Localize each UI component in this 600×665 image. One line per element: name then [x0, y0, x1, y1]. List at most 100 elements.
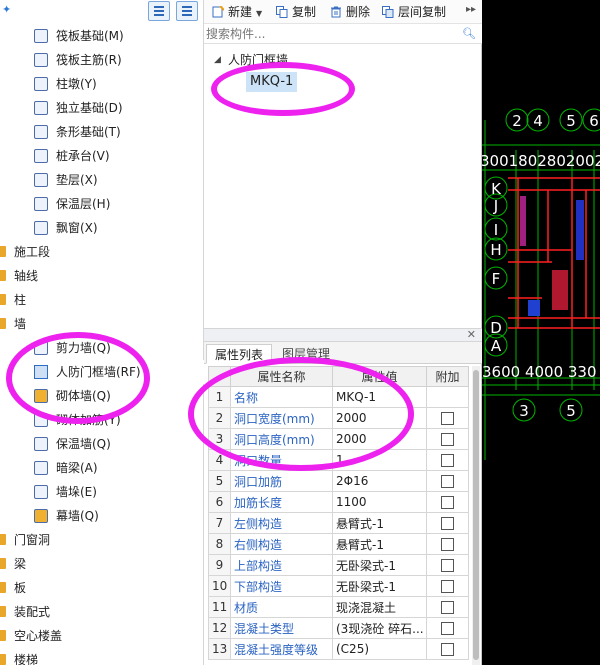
property-row[interactable]: 9 上部构造 无卧梁式-1 [208, 554, 469, 576]
extra-checkbox[interactable] [441, 454, 454, 467]
tree-item[interactable]: 条形基础(T) [0, 120, 204, 144]
tree-item[interactable]: 保温层(H) [0, 192, 204, 216]
tree-item[interactable]: 砌体加筋(Y) [0, 408, 204, 432]
extra-checkbox[interactable] [441, 496, 454, 509]
tree-item[interactable]: 垫层(X) [0, 168, 204, 192]
tree-item[interactable]: 施工段 [0, 240, 204, 264]
floor-copy-button[interactable]: 层间复制 [380, 3, 446, 21]
property-value[interactable]: MKQ-1 [332, 386, 427, 408]
chevron-down-icon[interactable]: ▼ [256, 9, 262, 18]
delete-button[interactable]: 删除 [328, 3, 370, 21]
tree-item[interactable]: 轴线 [0, 264, 204, 288]
property-row[interactable]: 11 材质 现浇混凝土 [208, 596, 469, 618]
extra-checkbox[interactable] [441, 475, 454, 488]
tree-item[interactable]: 梁 [0, 552, 204, 576]
list-icon [154, 6, 164, 16]
property-value[interactable]: 2000 [332, 407, 427, 429]
card-view-button[interactable] [176, 1, 198, 21]
property-value[interactable]: 现浇混凝土 [332, 596, 427, 618]
tree-item[interactable]: 空心楼盖 [0, 624, 204, 648]
tree-item[interactable]: 柱 [0, 288, 204, 312]
raft-rebar-icon [34, 53, 48, 67]
tree-item[interactable]: 装配式 [0, 600, 204, 624]
property-row[interactable]: 2 洞口宽度(mm) 2000 [208, 407, 469, 429]
tree-item[interactable]: 楼梯 [0, 648, 204, 665]
tree-item[interactable]: 柱墩(Y) [0, 72, 204, 96]
tree-item[interactable]: 墙垛(E) [0, 480, 204, 504]
tab-property-list[interactable]: 属性列表 [206, 344, 273, 364]
new-button[interactable]: 新建 ▼ [210, 3, 262, 21]
property-row[interactable]: 10 下部构造 无卧梁式-1 [208, 575, 469, 597]
property-row[interactable]: 13 混凝土强度等级 (C25) [208, 638, 469, 660]
tree-item-label: 施工段 [14, 245, 51, 259]
extra-checkbox[interactable] [441, 622, 454, 635]
extra-checkbox[interactable] [441, 601, 454, 614]
tree-item[interactable]: 筏板基础(M) [0, 24, 204, 48]
tab-layer-management[interactable]: 图层管理 [274, 344, 338, 364]
tree-item[interactable]: 桩承台(V) [0, 144, 204, 168]
property-value[interactable]: 1100 [332, 491, 427, 513]
extra-checkbox[interactable] [441, 538, 454, 551]
expand-triangle-icon[interactable]: ◢ [214, 51, 221, 69]
property-row[interactable]: 12 混凝土类型 (3现浇砼 碎石... [208, 617, 469, 639]
tree-item[interactable]: 幕墙(Q) [0, 504, 204, 528]
tree-item[interactable]: 砌体墙(Q) [0, 384, 204, 408]
floor-plan-drawing[interactable]: 2 4 5 6 K J I H F D A 3 5 3001802802002 … [482, 0, 600, 665]
tree-item[interactable]: 剪力墙(Q) [0, 336, 204, 360]
component-item[interactable]: MKQ-1 [246, 72, 298, 92]
extra-checkbox[interactable] [441, 517, 454, 530]
floor-copy-icon [382, 6, 394, 18]
folder-icon [0, 606, 6, 617]
tree-item-label: 楼梯 [14, 653, 39, 665]
new-label: 新建 [228, 5, 253, 19]
tree-item[interactable]: 筏板主筋(R) [0, 48, 204, 72]
list-view-button[interactable] [148, 1, 170, 21]
extra-checkbox[interactable] [441, 412, 454, 425]
property-value[interactable]: 悬臂式-1 [332, 533, 427, 555]
tree-item[interactable]: 门窗洞 [0, 528, 204, 552]
raft-foundation-icon [34, 29, 48, 43]
property-value[interactable]: 2000 [332, 428, 427, 450]
property-value[interactable]: 无卧梁式-1 [332, 554, 427, 576]
property-value[interactable]: (3现浇砼 碎石... [332, 617, 427, 639]
tree-item[interactable]: 板 [0, 576, 204, 600]
property-value[interactable]: (C25) [332, 638, 427, 660]
drawing-canvas[interactable]: 2 4 5 6 K J I H F D A 3 5 3001802802002 … [482, 0, 600, 665]
extra-checkbox[interactable] [441, 433, 454, 446]
property-row[interactable]: 4 洞口数量 1 [208, 449, 469, 471]
tree-item[interactable]: 飘窗(X) [0, 216, 204, 240]
property-row[interactable]: 6 加筋长度 1100 [208, 491, 469, 513]
property-value[interactable]: 2Φ16 [332, 470, 427, 492]
more-icon[interactable]: ▸▸ [466, 4, 476, 15]
search-input[interactable] [206, 26, 456, 42]
close-icon[interactable]: ✕ [467, 328, 476, 341]
property-scrollbar[interactable] [472, 366, 480, 665]
property-row[interactable]: 7 左侧构造 悬臂式-1 [208, 512, 469, 534]
property-value[interactable]: 无卧梁式-1 [332, 575, 427, 597]
tree-item[interactable]: 保温墙(Q) [0, 432, 204, 456]
row-index: 12 [208, 617, 231, 639]
isolated-footing-icon [34, 101, 48, 115]
tree-item[interactable]: 暗梁(A) [0, 456, 204, 480]
property-row[interactable]: 1 名称 MKQ-1 [208, 386, 469, 408]
property-value[interactable]: 1 [332, 449, 427, 471]
property-row[interactable]: 5 洞口加筋 2Φ16 [208, 470, 469, 492]
extra-checkbox[interactable] [441, 580, 454, 593]
scrollbar-thumb[interactable] [473, 370, 479, 660]
property-name: 混凝土类型 [230, 617, 333, 639]
pin-icon[interactable]: ✦ [2, 3, 11, 16]
tree-item-label: 装配式 [14, 605, 51, 619]
property-value[interactable]: 悬臂式-1 [332, 512, 427, 534]
panel-splitter[interactable]: ✕ [204, 328, 482, 342]
tree-item[interactable]: 人防门框墙(RF) [0, 360, 204, 384]
extra-checkbox[interactable] [441, 559, 454, 572]
tree-item[interactable]: 独立基础(D) [0, 96, 204, 120]
axis-label: H [490, 241, 501, 259]
search-icon[interactable]: 🔍︎ [462, 27, 476, 40]
copy-button[interactable]: 复制 [274, 3, 316, 21]
property-row[interactable]: 8 右侧构造 悬臂式-1 [208, 533, 469, 555]
extra-checkbox[interactable] [441, 643, 454, 656]
property-row[interactable]: 3 洞口高度(mm) 2000 [208, 428, 469, 450]
component-group[interactable]: ◢ 人防门框墙 [214, 51, 288, 69]
tree-item[interactable]: 墙 [0, 312, 204, 336]
